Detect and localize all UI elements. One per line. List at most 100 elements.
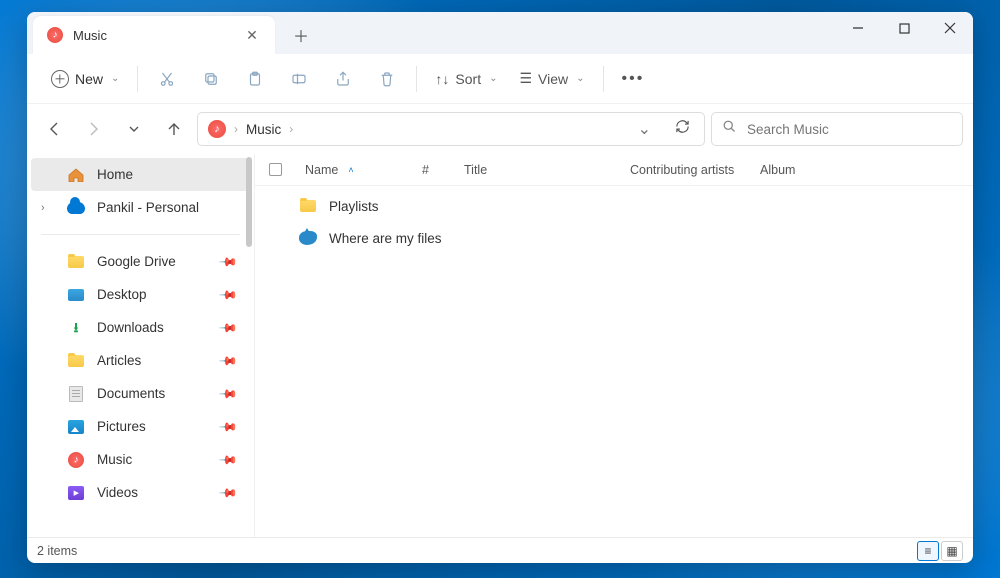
view-label: View [538,71,568,87]
minimize-button[interactable] [835,12,881,44]
copy-button[interactable] [190,62,232,96]
more-icon: ••• [622,70,645,88]
cut-button[interactable] [146,62,188,96]
folder-icon [67,253,85,271]
share-button[interactable] [322,62,364,96]
view-button[interactable]: ☰ View ⌄ [509,62,594,96]
pin-icon: 📌 [218,383,238,403]
maximize-button[interactable] [881,12,927,44]
item-count: 2 items [37,544,77,558]
back-button[interactable] [37,112,71,146]
toolbar: New ⌄ ↑↓ Sort ⌄ ☰ View ⌄ ••• [27,54,973,104]
column-album[interactable]: Album [754,163,892,177]
sidebar-item-label: Articles [97,353,141,368]
main-area: Home › Pankil - Personal Google Drive 📌 … [27,154,973,537]
shortcut-icon [299,229,317,247]
sidebar-item-label: Home [97,167,133,182]
sidebar-item-downloads[interactable]: ⭳ Downloads 📌 [31,311,250,344]
sidebar-item-label: Google Drive [97,254,176,269]
new-tab-button[interactable]: ＋ [285,19,317,51]
pin-icon: 📌 [218,416,238,436]
sort-arrow-icon: ˄ [348,165,353,175]
sidebar-scrollbar[interactable] [246,157,252,247]
file-name: Playlists [329,199,379,214]
sort-icon: ↑↓ [435,71,449,87]
select-all-checkbox[interactable] [269,163,299,176]
pin-icon: 📌 [218,317,238,337]
search-box[interactable] [711,112,963,146]
column-name[interactable]: Name˄ [299,163,416,177]
sort-button[interactable]: ↑↓ Sort ⌄ [425,62,507,96]
address-row: › Music › ⌄ [27,104,973,154]
music-icon [47,27,63,43]
status-bar: 2 items ≡ ▦ [27,537,973,563]
close-window-button[interactable] [927,12,973,44]
column-number[interactable]: # [416,163,458,177]
sidebar-item-label: Desktop [97,287,147,302]
column-headers: Name˄ # Title Contributing artists Album [255,154,973,186]
details-view-toggle[interactable]: ≡ [917,541,939,561]
close-tab-button[interactable]: ✕ [239,22,265,48]
new-button[interactable]: New ⌄ [41,62,129,96]
chevron-right-icon[interactable]: › [41,202,45,214]
address-bar[interactable]: › Music › ⌄ [197,112,705,146]
sidebar: Home › Pankil - Personal Google Drive 📌 … [27,154,255,537]
document-icon [67,385,85,403]
tab-title: Music [73,28,239,43]
sidebar-item-label: Music [97,452,132,467]
sidebar-item-google-drive[interactable]: Google Drive 📌 [31,245,250,278]
music-icon [67,451,85,469]
sidebar-item-articles[interactable]: Articles 📌 [31,344,250,377]
file-row[interactable]: Playlists [269,190,959,222]
titlebar: Music ✕ ＋ [27,12,973,54]
column-title[interactable]: Title [458,163,624,177]
plus-circle-icon [51,70,69,88]
more-button[interactable]: ••• [612,62,655,96]
column-artists[interactable]: Contributing artists [624,163,754,177]
sidebar-item-onedrive[interactable]: › Pankil - Personal [31,191,250,224]
file-list: Playlists Where are my files [255,186,973,537]
videos-icon [67,484,85,502]
recent-locations-button[interactable] [117,112,151,146]
sidebar-item-pictures[interactable]: Pictures 📌 [31,410,250,443]
pin-icon: 📌 [218,482,238,502]
folder-icon [67,352,85,370]
pin-icon: 📌 [218,350,238,370]
sidebar-item-home[interactable]: Home [31,158,250,191]
sidebar-item-label: Videos [97,485,138,500]
forward-button[interactable] [77,112,111,146]
up-button[interactable] [157,112,191,146]
refresh-button[interactable] [667,119,698,139]
cloud-icon [67,199,85,217]
address-history-dropdown[interactable]: ⌄ [630,119,659,139]
sidebar-item-label: Documents [97,386,165,401]
file-name: Where are my files [329,231,442,246]
search-icon [722,119,737,139]
paste-button[interactable] [234,62,276,96]
new-label: New [75,71,103,87]
download-icon: ⭳ [67,319,85,337]
view-toggle-group: ≡ ▦ [917,541,963,561]
rename-button[interactable] [278,62,320,96]
sidebar-item-desktop[interactable]: Desktop 📌 [31,278,250,311]
desktop-icon [67,286,85,304]
sidebar-item-documents[interactable]: Documents 📌 [31,377,250,410]
grid-view-toggle[interactable]: ▦ [941,541,963,561]
music-icon [208,120,226,138]
search-input[interactable] [747,122,952,137]
sidebar-item-music[interactable]: Music 📌 [31,443,250,476]
window-controls [835,12,973,44]
sidebar-item-videos[interactable]: Videos 📌 [31,476,250,509]
delete-button[interactable] [366,62,408,96]
file-row[interactable]: Where are my files [269,222,959,254]
breadcrumb-location[interactable]: Music [246,122,281,137]
chevron-down-icon: ⌄ [576,73,584,84]
tab-music[interactable]: Music ✕ [33,16,275,54]
pin-icon: 📌 [218,284,238,304]
sidebar-item-label: Pictures [97,419,146,434]
pictures-icon [67,418,85,436]
sidebar-item-label: Downloads [97,320,164,335]
pin-icon: 📌 [218,449,238,469]
sort-label: Sort [455,71,481,87]
home-icon [67,166,85,184]
